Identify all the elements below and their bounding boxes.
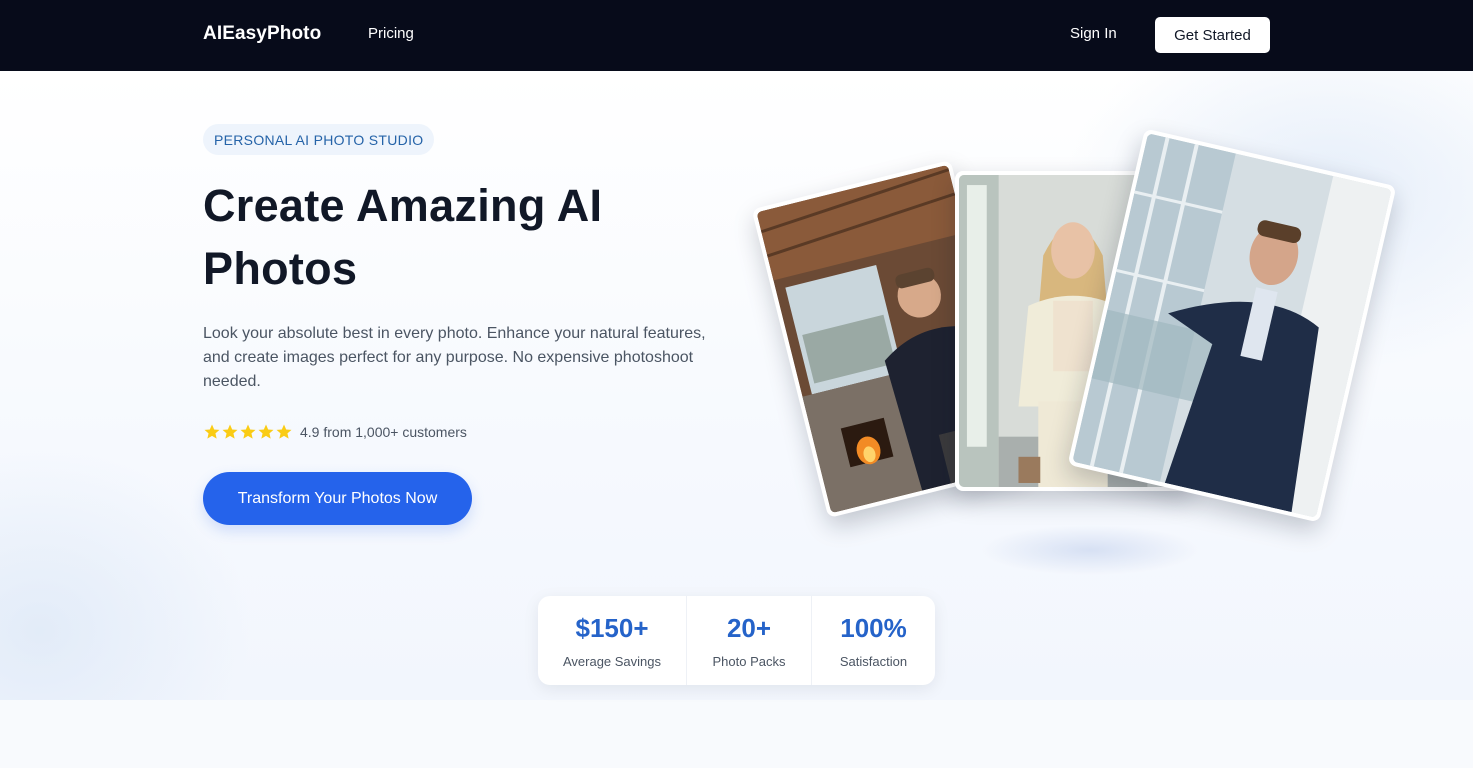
next-section	[0, 700, 1473, 768]
stat-label: Satisfaction	[839, 653, 908, 669]
nav-link-pricing[interactable]: Pricing	[368, 25, 414, 42]
rating-row: 4.9 from 1,000+ customers	[203, 421, 467, 443]
stat-value: 20+	[726, 612, 772, 643]
transform-photos-button[interactable]: Transform Your Photos Now	[203, 472, 472, 525]
star-icon	[276, 424, 292, 439]
hero-photo-stack	[751, 125, 1410, 585]
hero-headline: Create Amazing AI Photos	[203, 180, 603, 294]
stat-average-savings: $150+ Average Savings	[538, 596, 686, 685]
top-navbar: AIEasyPhoto Pricing Sign In Get Started	[0, 0, 1473, 71]
star-icon	[204, 424, 220, 439]
brand-logo[interactable]: AIEasyPhoto	[203, 23, 321, 45]
rating-stars	[203, 423, 293, 441]
stat-value: $150+	[575, 612, 649, 643]
star-icon	[240, 424, 256, 439]
stat-value: 100%	[840, 612, 907, 643]
get-started-button[interactable]: Get Started	[1155, 17, 1270, 53]
sign-in-link[interactable]: Sign In	[1070, 25, 1117, 42]
hero-tag-badge: PERSONAL AI PHOTO STUDIO	[203, 124, 435, 155]
stats-card: $150+ Average Savings 20+ Photo Packs 10…	[538, 596, 935, 685]
rating-text: 4.9 from 1,000+ customers	[300, 424, 467, 440]
hero-subtext: Look your absolute best in every photo. …	[203, 325, 706, 390]
stat-photo-packs: 20+ Photo Packs	[686, 596, 811, 685]
star-icon	[222, 424, 238, 439]
stat-label: Photo Packs	[712, 653, 786, 669]
stat-satisfaction: 100% Satisfaction	[811, 596, 935, 685]
stat-label: Average Savings	[562, 653, 662, 669]
star-icon	[258, 424, 274, 439]
